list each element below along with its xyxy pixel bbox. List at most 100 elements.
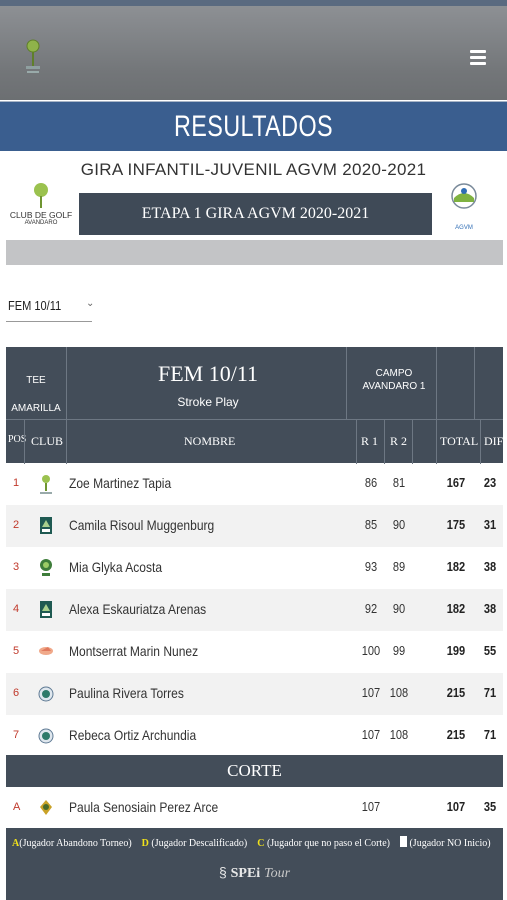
score-difference: 71 — [483, 727, 497, 742]
round-1-score: 100 — [361, 643, 381, 658]
round-2-score: 108 — [389, 727, 409, 742]
club-crest-icon — [40, 601, 52, 618]
col-divider — [384, 420, 385, 464]
club-logo-icon[interactable] — [24, 38, 42, 78]
total-score: 182 — [446, 559, 466, 574]
category-heading: FEM 10/11 Stroke Play — [70, 347, 346, 419]
round-2-score: 90 — [392, 517, 406, 532]
round-1-score: 86 — [364, 475, 378, 490]
score-difference: 35 — [483, 799, 497, 814]
bird-club-icon — [39, 647, 53, 655]
site-header — [0, 6, 507, 100]
table-row[interactable]: 6 Paulina Rivera Torres 107 108 215 71 — [6, 673, 503, 715]
header-divider — [436, 347, 437, 419]
round-1-score: 85 — [364, 517, 378, 532]
table-row[interactable]: 3 Mia Glyka Acosta 93 89 182 38 — [6, 547, 503, 589]
course-info: CAMPO AVANDARO 1 — [346, 367, 442, 393]
table-row[interactable]: 2 Camila Risoul Muggenburg 85 90 175 31 — [6, 505, 503, 547]
legend-key-d: D — [141, 838, 149, 849]
golf-club-flag-icon — [34, 183, 48, 208]
col-divider — [412, 420, 413, 464]
player-name[interactable]: Paulina Rivera Torres — [69, 685, 184, 701]
col-club: CLUB — [31, 434, 64, 448]
format-label: Stroke Play — [177, 395, 239, 409]
header-divider — [474, 347, 475, 419]
round-1-score: 93 — [364, 559, 378, 574]
total-score: 182 — [446, 601, 466, 616]
spei-brand-suffix: Tour — [264, 866, 291, 881]
cut-line-banner: CORTE — [6, 755, 503, 787]
tee-info: TEE AMARILLA — [6, 347, 66, 419]
player-name[interactable]: Mia Glyka Acosta — [69, 559, 162, 575]
player-name[interactable]: Paula Senosiain Perez Arce — [69, 799, 218, 815]
round-2-score: 89 — [392, 559, 406, 574]
category-select[interactable]: FEM 10/11 ⌄ — [6, 292, 94, 322]
player-name[interactable]: Alexa Eskauriatza Arenas — [69, 601, 206, 617]
round-2-score: 81 — [392, 475, 406, 490]
emblem-club-icon — [40, 800, 52, 815]
round-1-score: 107 — [361, 727, 381, 742]
legend-footer: A(Jugador Abandono Torneo) D (Jugador De… — [6, 828, 503, 900]
col-name: NOMBRE — [184, 434, 236, 448]
round-club-icon — [38, 686, 54, 702]
table-row[interactable]: 5 Montserrat Marin Nunez 100 99 199 55 — [6, 631, 503, 673]
results-table-header: TEE AMARILLA FEM 10/11 Stroke Play CAMPO… — [6, 347, 503, 464]
agvm-logo: AGVM — [450, 180, 478, 236]
stage-banner: ETAPA 1 GIRA AGVM 2020-2021 — [79, 193, 432, 235]
total-score: 215 — [446, 685, 466, 700]
legend-key-blank — [399, 836, 407, 847]
score-difference: 71 — [483, 685, 497, 700]
table-row[interactable]: 1 Zoe Martinez Tapia 86 81 167 23 — [6, 463, 503, 505]
round-2-score: 108 — [389, 685, 409, 700]
player-name[interactable]: Rebeca Ortiz Archundia — [69, 727, 196, 743]
row-position: 2 — [13, 519, 20, 531]
tree-club-icon — [40, 559, 52, 576]
table-row[interactable]: A Paula Senosiain Perez Arce 107 107 35 — [6, 787, 503, 829]
score-difference: 55 — [483, 643, 497, 658]
col-r1: R 1 — [361, 434, 379, 448]
col-r2: R 2 — [390, 434, 408, 448]
table-row[interactable]: 7 Rebeca Ortiz Archundia 107 108 215 71 — [6, 715, 503, 757]
legend-text-blank: (Jugador NO Inicio) — [409, 838, 491, 849]
total-score: 175 — [446, 517, 466, 532]
col-divider — [436, 420, 437, 464]
round-2-score: 99 — [392, 643, 406, 658]
table-row[interactable]: 4 Alexa Eskauriatza Arenas 92 90 182 38 — [6, 589, 503, 631]
tee-label: TEE — [26, 375, 46, 386]
row-position: 7 — [13, 729, 20, 741]
hamburger-menu-icon[interactable] — [470, 50, 486, 66]
player-name[interactable]: Zoe Martinez Tapia — [69, 475, 171, 491]
course-label: CAMPO — [375, 368, 413, 379]
total-score: 167 — [446, 475, 466, 490]
row-position: 4 — [13, 603, 20, 615]
page-title: RESULTADOS — [173, 110, 334, 143]
round-2-score: 90 — [392, 601, 406, 616]
event-title: GIRA INFANTIL-JUVENIL AGVM 2020-2021 — [80, 160, 427, 179]
course-name: AVANDARO 1 — [362, 381, 426, 392]
player-name[interactable]: Camila Risoul Muggenburg — [69, 517, 214, 533]
row-position: A — [13, 801, 21, 813]
avandaro-club-icon — [40, 475, 52, 494]
category-name: FEM 10/11 — [157, 361, 259, 386]
round-1-score: 107 — [361, 799, 381, 814]
total-score: 107 — [446, 799, 466, 814]
legend-key-c: C — [257, 838, 265, 849]
legend-text-a: (Jugador Abandono Torneo) — [19, 838, 132, 849]
row-position: 6 — [13, 687, 20, 699]
round-1-score: 92 — [364, 601, 378, 616]
spei-tour-logo[interactable]: § SPEi Tour — [6, 864, 503, 882]
agvm-logo-text: AGVM — [455, 225, 473, 231]
col-divider — [480, 420, 481, 464]
legend-text-d: (Jugador Descalificado) — [151, 838, 248, 849]
total-score: 215 — [446, 727, 466, 742]
total-score: 199 — [446, 643, 466, 658]
club-logo-subtext: AVANDARO — [24, 220, 58, 226]
player-name[interactable]: Montserrat Marin Nunez — [69, 643, 198, 659]
score-difference: 38 — [483, 559, 497, 574]
score-difference: 38 — [483, 601, 497, 616]
col-divider — [66, 420, 67, 464]
status-legend: A(Jugador Abandono Torneo) D (Jugador De… — [12, 836, 502, 849]
score-difference: 23 — [483, 475, 497, 490]
row-position: 3 — [13, 561, 20, 573]
spei-brand: SPEi — [230, 866, 261, 881]
